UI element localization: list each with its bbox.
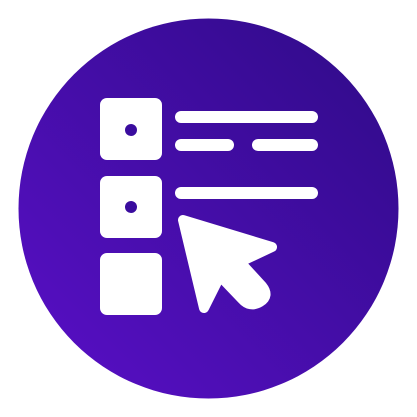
checklist-select-icon — [18, 18, 399, 399]
item-2-text-lines — [175, 187, 318, 199]
checkbox-1 — [100, 98, 162, 160]
checkbox-3 — [100, 253, 162, 315]
checkbox-2 — [100, 176, 162, 238]
circle-background — [18, 18, 399, 399]
app-icon-canvas — [0, 0, 417, 417]
checkbox-1-dot — [125, 124, 137, 136]
checkbox-2-dot — [125, 201, 137, 213]
